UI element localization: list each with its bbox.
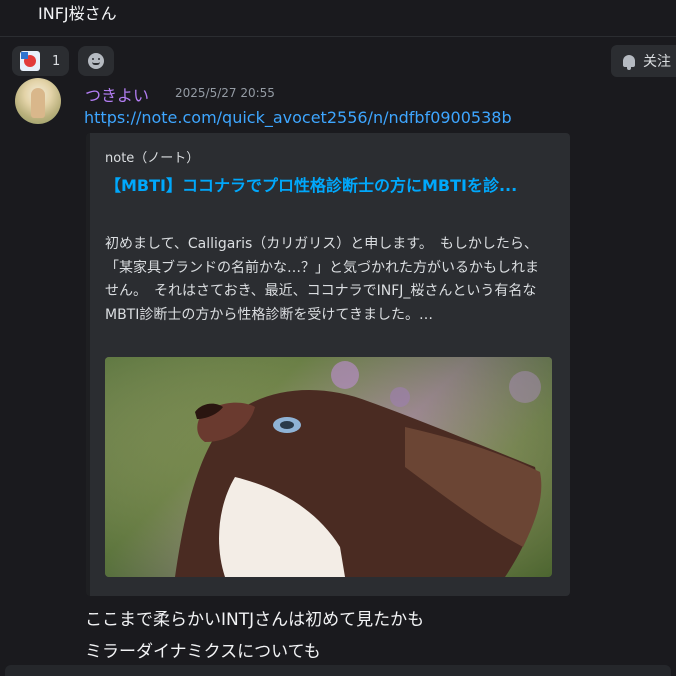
follow-button[interactable]: 关注 (611, 45, 676, 77)
divider (0, 36, 676, 37)
embed-description: 初めまして、Calligaris（カリガリス）と申します。 もしかしたら、「某家… (105, 236, 539, 323)
add-reaction-button[interactable] (78, 46, 114, 76)
smile-icon (88, 53, 104, 69)
reaction-count: 1 (52, 53, 61, 69)
reaction-emoji-icon (20, 51, 40, 71)
embed-title[interactable]: 【MBTI】ココナラでプロ性格診断士の方にMBTIを診... (105, 173, 545, 199)
link-embed-card: note（ノート） 【MBTI】ココナラでプロ性格診断士の方にMBTIを診...… (86, 133, 570, 596)
follow-label: 关注 (643, 54, 671, 70)
embed-provider[interactable]: note（ノート） (105, 147, 199, 166)
bell-icon (623, 55, 635, 70)
dog-photo (105, 357, 552, 577)
message-text-line: ミラーダイナミクスについても (85, 642, 321, 662)
message-input-bar[interactable] (5, 665, 671, 676)
message-text-line: ここまで柔らかいINTJさんは初めて見たかも (85, 610, 425, 630)
message-link[interactable]: https://note.com/quick_avocet2556/n/ndfb… (84, 108, 512, 127)
reaction-button[interactable]: 1 (12, 46, 69, 76)
username[interactable]: つきよい (85, 82, 149, 106)
previous-message-text: INFJ桜さん (38, 4, 117, 23)
embed-image[interactable] (105, 357, 552, 577)
timestamp: 2025/5/27 20:55 (175, 86, 275, 100)
avatar[interactable] (15, 78, 61, 124)
